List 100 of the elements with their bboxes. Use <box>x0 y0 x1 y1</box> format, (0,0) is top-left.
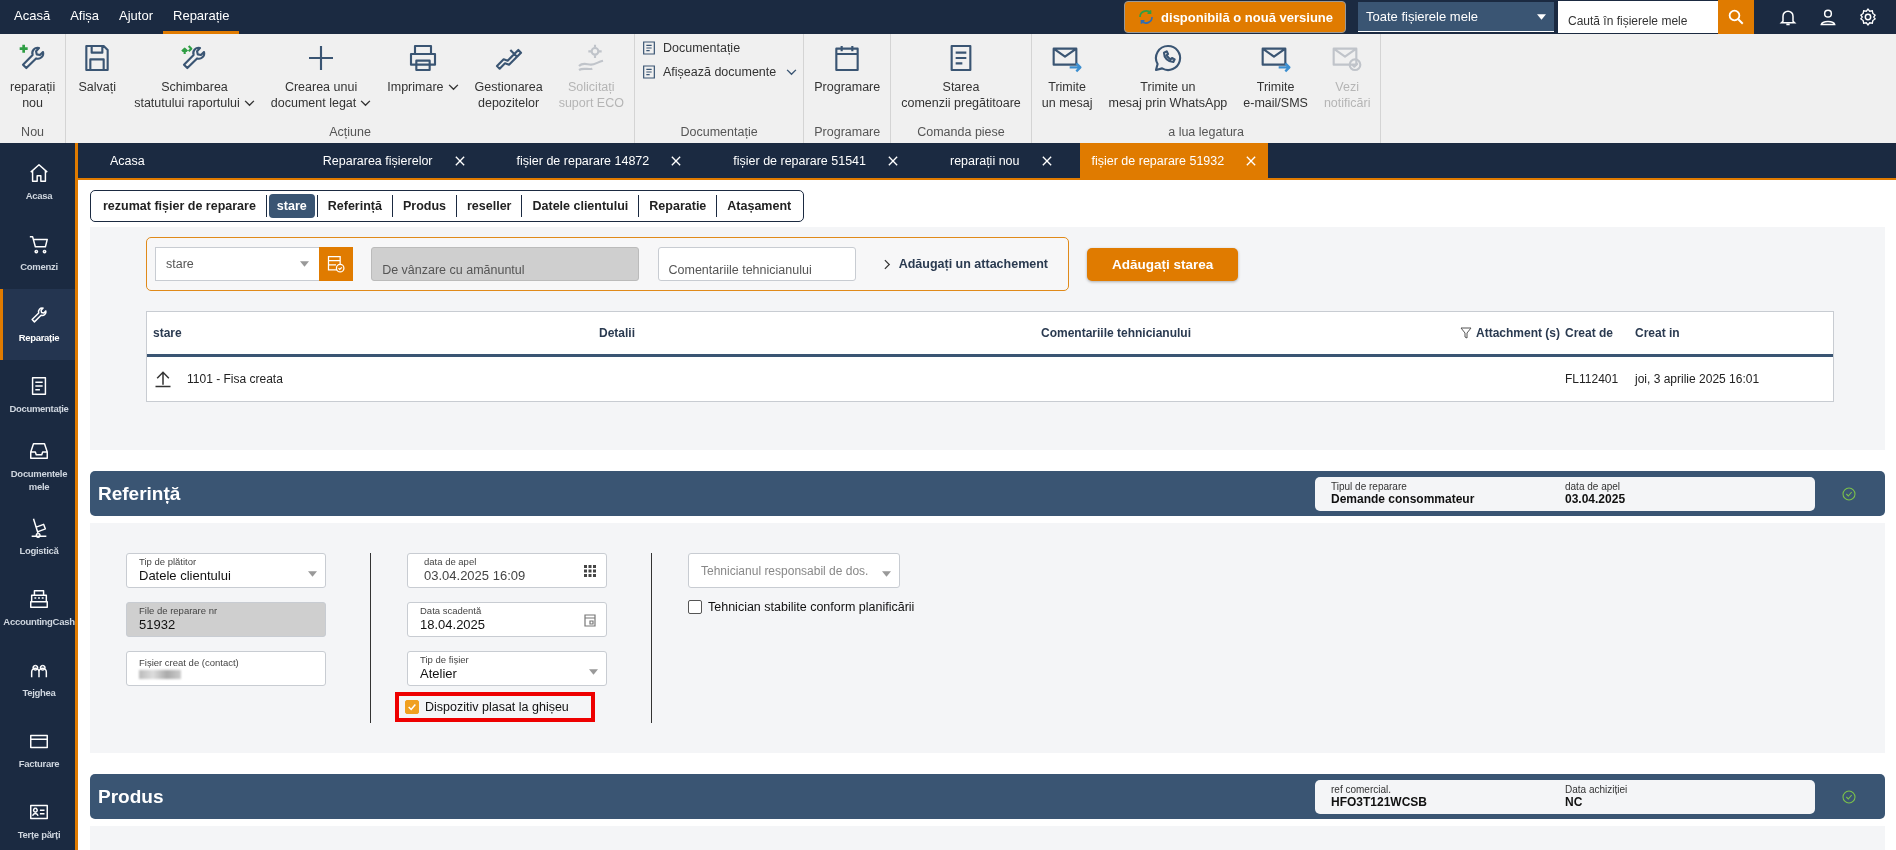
sidebar-item[interactable]: Tejghea <box>0 644 75 715</box>
column-header[interactable]: Creat de <box>1565 326 1614 340</box>
cart-icon <box>28 233 50 256</box>
section-tab[interactable]: stare <box>268 194 315 218</box>
close-icon[interactable] <box>888 155 898 166</box>
search-field[interactable]: Caută în fișierele mele <box>1558 1 1718 33</box>
grid-icon[interactable] <box>582 562 598 579</box>
document-tab[interactable]: Repararea fișierelor <box>284 143 479 178</box>
cash-register-icon <box>28 588 50 611</box>
sidebar-item[interactable]: Comenzi <box>0 218 75 289</box>
summary-label: data de apel <box>1565 481 1621 492</box>
ribbon-link[interactable]: Afișează documente <box>640 64 798 80</box>
refresh-icon <box>1137 8 1156 26</box>
sidebar-item[interactable]: Logistică <box>0 502 75 573</box>
ribbon-link[interactable]: Documentație <box>640 40 798 56</box>
sidebar-item[interactable]: Facturare <box>0 715 75 786</box>
ribbon-button[interactable]: Starea comenzii pregătitoare <box>897 40 1025 112</box>
caret-icon <box>308 570 317 577</box>
column-header[interactable]: Creat in <box>1635 326 1680 340</box>
sidebar-item[interactable]: Documentele mele <box>0 431 75 502</box>
section-tab[interactable]: reseller <box>459 194 520 218</box>
date-field[interactable]: Data scadentă 18.04.2025 <box>407 602 607 637</box>
ribbon-button[interactable]: Salvați <box>72 40 123 96</box>
column-header[interactable]: stare <box>153 326 182 340</box>
select-field[interactable]: Tehnicianul responsabil de dos. <box>688 553 900 588</box>
section-tab[interactable]: Atașament <box>719 194 800 218</box>
readonly-field[interactable]: File de reparare nr 51932 <box>126 602 326 637</box>
close-icon[interactable] <box>671 155 682 166</box>
column-header[interactable]: Comentariile tehnicianului <box>1041 326 1192 340</box>
search-icon <box>1727 8 1745 26</box>
filter-icon[interactable] <box>1460 327 1472 339</box>
summary-value: 03.04.2025 <box>1565 492 1626 506</box>
sidebar-item[interactable]: Terțe părți <box>0 786 75 850</box>
column-header[interactable]: Attachment (s) <box>1476 326 1560 340</box>
close-icon[interactable] <box>454 155 465 166</box>
group-label: a lua legatura <box>1167 125 1245 141</box>
user-icon[interactable] <box>1818 7 1838 27</box>
ribbon-button[interactable]: Trimite e-mail/SMS <box>1239 40 1312 112</box>
status-select[interactable]: stare <box>155 247 320 281</box>
column-header[interactable]: Detalii <box>599 326 635 340</box>
caret-icon <box>589 668 598 675</box>
ribbon-button[interactable]: Trimite un mesaj prin WhatsApp <box>1104 40 1232 112</box>
comment-field[interactable]: Comentariile tehnicianului <box>657 247 856 281</box>
table-cell: 1101 - Fisa creata <box>187 372 283 386</box>
search-button[interactable] <box>1718 0 1754 34</box>
document-tab[interactable]: fișier de reparare 14872 <box>478 143 696 178</box>
ribbon-button[interactable]: Crearea unui document legat <box>266 40 376 112</box>
scope-select[interactable]: Toate fișierele mele <box>1358 2 1554 32</box>
summary-label: Tipul de reparare <box>1331 481 1407 492</box>
document-tab[interactable]: Acasa <box>78 143 285 178</box>
ribbon-button[interactable]: Trimite un mesaj <box>1037 40 1097 112</box>
home-icon <box>28 162 50 185</box>
caret-icon <box>882 570 891 577</box>
document-tab[interactable]: fișier de reparare 51541 <box>695 143 912 178</box>
ribbon-button[interactable]: reparații nou <box>6 40 60 112</box>
ribbon-button[interactable]: Programare <box>810 40 885 96</box>
ribbon-button[interactable]: Imprimare <box>383 40 463 96</box>
input-field[interactable]: Fișier creat de (contact) <box>126 651 326 686</box>
settings-icon[interactable] <box>1858 7 1878 27</box>
document-tab[interactable]: reparații nou <box>912 143 1066 178</box>
section-tab[interactable]: Produs <box>394 194 454 218</box>
group-label: Nou <box>20 125 46 141</box>
menu-tab[interactable]: Afișa <box>60 0 110 34</box>
sidebar-item[interactable]: Reparație <box>0 289 75 360</box>
select-field[interactable]: Tip de plătitor Datele clientului <box>126 553 326 588</box>
close-icon[interactable] <box>1041 155 1052 166</box>
add-attachment-link[interactable]: Adăugați un attachement <box>883 257 1048 271</box>
menu-tab[interactable]: Acasă <box>4 0 61 34</box>
summary-label: Data achiziției <box>1565 784 1628 795</box>
section-tab[interactable]: Referință <box>319 194 390 218</box>
checkbox[interactable]: Dispozitiv plasat la ghișeu <box>405 700 569 714</box>
sidebar-item[interactable]: AccountingCash <box>0 573 75 644</box>
caret-icon <box>447 84 459 91</box>
sidebar-item[interactable]: Documentație <box>0 360 75 431</box>
caret-icon <box>243 99 255 107</box>
summary-value: Demande consommateur <box>1331 492 1475 506</box>
ribbon-button[interactable]: Gestionarea depozitelor <box>470 40 547 112</box>
ribbon-button[interactable]: Schimbarea statutului raportului <box>130 40 259 112</box>
group-label: Comanda piese <box>916 125 1006 141</box>
section-tab[interactable]: Reparatie <box>641 194 715 218</box>
summary-value: HFO3T121WCSB <box>1331 795 1428 809</box>
calendar-icon[interactable] <box>582 611 598 628</box>
section-tab[interactable]: rezumat fișier de reparare <box>95 194 264 218</box>
date-time-field[interactable]: data de apel 03.04.2025 16:09 <box>407 553 607 588</box>
sidebar-item[interactable]: Acasa <box>0 147 75 218</box>
table-cell: joi, 3 aprilie 2025 16:01 <box>1635 372 1760 386</box>
document-icon <box>640 64 657 80</box>
caret-icon <box>360 99 372 107</box>
chevron-icon <box>883 258 891 270</box>
table-cell: FL112401 <box>1565 372 1619 386</box>
caret-icon <box>300 261 310 267</box>
select-field[interactable]: Tip de fișier Atelier <box>407 651 607 686</box>
checkbox[interactable]: Tehnician stabilite conform planificării <box>688 600 915 614</box>
summary-label: ref comercial. <box>1331 784 1391 795</box>
checkmark-icon <box>407 702 417 712</box>
section-tab[interactable]: Datele clientului <box>524 194 637 218</box>
status-list-button[interactable] <box>319 247 354 281</box>
menu-tab[interactable]: Ajutor <box>109 0 163 34</box>
group-label: Documentație <box>679 125 759 141</box>
summary-value: NC <box>1565 795 1583 809</box>
